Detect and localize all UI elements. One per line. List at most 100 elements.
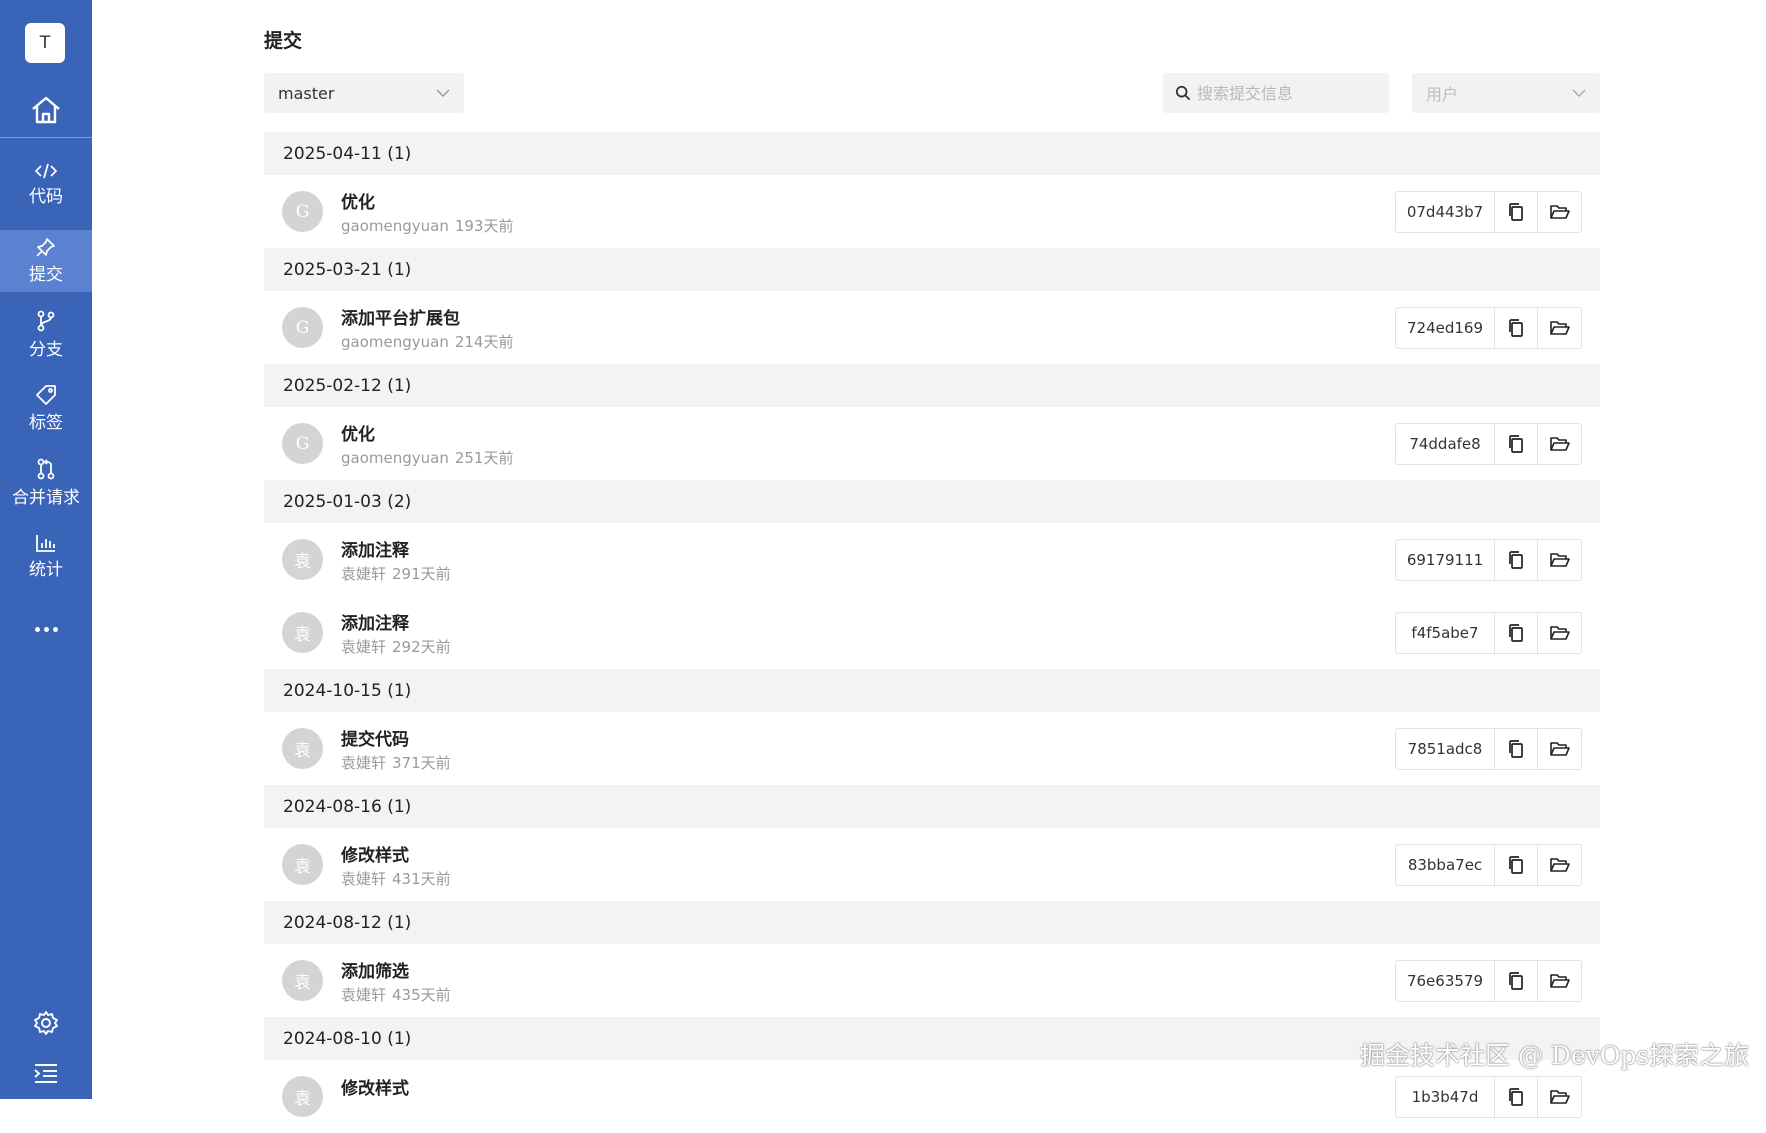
- copy-icon: [1509, 855, 1523, 874]
- commit-row[interactable]: G 添加平台扩展包 gaomengyuan 214天前 724ed169: [264, 291, 1600, 364]
- tag-icon: [36, 385, 56, 405]
- folder-open-icon: [1549, 857, 1570, 872]
- author-avatar: 袁: [282, 539, 323, 580]
- commit-author: 袁婕轩: [341, 564, 387, 583]
- copy-icon: [1509, 550, 1523, 569]
- commit-hash[interactable]: 69179111: [1396, 539, 1495, 580]
- user-filter-select[interactable]: 用户: [1412, 73, 1600, 113]
- commit-message[interactable]: 修改样式: [341, 841, 451, 866]
- commit-row[interactable]: 袁提交代码 袁婕轩 371天前 7851adc8: [264, 712, 1600, 785]
- commit-actions: 7851adc8: [1395, 727, 1582, 770]
- commit-message[interactable]: 添加注释: [341, 609, 451, 634]
- code-icon: [35, 163, 57, 179]
- folder-open-icon: [1549, 973, 1570, 988]
- sidebar-item-tags[interactable]: 标签: [0, 378, 92, 440]
- search-box[interactable]: [1163, 73, 1389, 113]
- commit-author: 袁婕轩: [341, 985, 387, 1004]
- commit-time: 193天前: [454, 216, 514, 235]
- home-icon: [32, 96, 60, 124]
- user-avatar[interactable]: T: [25, 23, 65, 63]
- commit-time: 292天前: [392, 637, 451, 656]
- date-group-header: 2024-08-16 (1): [264, 785, 1600, 828]
- copy-hash-button[interactable]: [1495, 423, 1538, 464]
- copy-hash-button[interactable]: [1495, 191, 1538, 232]
- commit-hash[interactable]: 7851adc8: [1396, 728, 1495, 769]
- chevron-down-icon: [1572, 89, 1586, 97]
- user-filter-placeholder: 用户: [1426, 85, 1459, 104]
- commit-author: 袁婕轩: [341, 869, 387, 888]
- folder-open-icon: [1549, 436, 1570, 451]
- copy-hash-button[interactable]: [1495, 612, 1538, 653]
- sidebar-item-label: 合并请求: [12, 488, 80, 508]
- commit-list: 2025-04-11 (1) G 优化 gaomengyuan 193天前 07d443b…: [264, 132, 1600, 1133]
- browse-files-button[interactable]: [1538, 845, 1581, 885]
- commit-row[interactable]: 袁修改样式 袁婕轩 431天前 83bba7ec: [264, 828, 1600, 901]
- commit-actions: 69179111: [1395, 538, 1582, 581]
- commit-author: 袁婕轩: [341, 753, 387, 772]
- author-avatar: 袁: [282, 728, 323, 769]
- more-menu-button[interactable]: [0, 612, 92, 646]
- commit-message[interactable]: 添加注释: [341, 536, 451, 561]
- sidebar-item-label: 代码: [29, 187, 63, 207]
- page-title: 提交: [264, 30, 303, 52]
- home-button[interactable]: [0, 84, 92, 136]
- commit-hash[interactable]: 74ddafe8: [1396, 423, 1495, 464]
- sidebar-item-code[interactable]: 代码: [0, 154, 92, 216]
- copy-icon: [1509, 318, 1523, 337]
- sidebar-item-commits[interactable]: 提交: [0, 230, 92, 292]
- folder-open-icon: [1549, 204, 1570, 219]
- author-avatar: 袁: [282, 1076, 323, 1117]
- commit-message[interactable]: 修改样式: [341, 1074, 409, 1099]
- commit-actions: 76e63579: [1395, 959, 1582, 1002]
- copy-hash-button[interactable]: [1495, 1076, 1538, 1117]
- commit-hash[interactable]: 83bba7ec: [1396, 844, 1495, 885]
- browse-files-button[interactable]: [1538, 961, 1581, 1001]
- copy-hash-button[interactable]: [1495, 307, 1538, 348]
- folder-open-icon: [1549, 741, 1570, 756]
- copy-hash-button[interactable]: [1495, 539, 1538, 580]
- commit-actions: 1b3b47d: [1395, 1075, 1582, 1118]
- main-content: 提交 master 用户 2025-04-11 (1) G 优化 gaomengyua…: [264, 0, 1604, 1118]
- commit-actions: 74ddafe8: [1395, 422, 1582, 465]
- browse-files-button[interactable]: [1538, 192, 1581, 232]
- collapse-sidebar-button[interactable]: [0, 1053, 92, 1093]
- commit-message[interactable]: 添加平台扩展包: [341, 304, 513, 329]
- commit-time: 291天前: [392, 564, 451, 583]
- commit-message[interactable]: 提交代码: [341, 725, 451, 750]
- commit-time: 435天前: [392, 985, 451, 1004]
- commit-hash[interactable]: 1b3b47d: [1396, 1076, 1495, 1117]
- commit-row[interactable]: 袁添加注释 袁婕轩 292天前 f4f5abe7: [264, 596, 1600, 669]
- commit-hash[interactable]: 07d443b7: [1396, 191, 1495, 232]
- copy-hash-button[interactable]: [1495, 728, 1538, 769]
- sidebar-item-merge-requests[interactable]: 合并请求: [0, 452, 92, 514]
- browse-files-button[interactable]: [1538, 424, 1581, 464]
- commit-message[interactable]: 添加筛选: [341, 957, 451, 982]
- commit-row[interactable]: 袁添加注释袁婕轩 291天前 69179111: [264, 523, 1600, 596]
- copy-hash-button[interactable]: [1495, 960, 1538, 1001]
- search-input[interactable]: [1197, 83, 1377, 103]
- sidebar-item-branches[interactable]: 分支: [0, 304, 92, 366]
- author-avatar: G: [282, 191, 323, 232]
- branch-select[interactable]: master: [264, 73, 464, 113]
- settings-button[interactable]: [0, 1003, 92, 1043]
- commit-row[interactable]: G 优化 gaomengyuan 251天前 74ddafe8: [264, 407, 1600, 480]
- author-avatar: 袁: [282, 612, 323, 653]
- commit-hash[interactable]: 724ed169: [1396, 307, 1495, 348]
- commit-message[interactable]: 优化: [341, 188, 513, 213]
- commit-row[interactable]: G 优化 gaomengyuan 193天前 07d443b7: [264, 175, 1600, 248]
- browse-files-button[interactable]: [1538, 308, 1581, 348]
- copy-hash-button[interactable]: [1495, 844, 1538, 885]
- commit-hash[interactable]: f4f5abe7: [1396, 612, 1495, 653]
- copy-icon: [1509, 739, 1523, 758]
- browse-files-button[interactable]: [1538, 613, 1581, 653]
- browse-files-button[interactable]: [1538, 1077, 1581, 1117]
- commit-row[interactable]: 袁添加筛选 袁婕轩 435天前 76e63579: [264, 944, 1600, 1017]
- browse-files-button[interactable]: [1538, 540, 1581, 580]
- commit-message[interactable]: 优化: [341, 420, 513, 445]
- branch-select-value: master: [278, 83, 335, 103]
- commit-hash[interactable]: 76e63579: [1396, 960, 1495, 1001]
- search-icon: [1175, 85, 1191, 101]
- author-avatar: 袁: [282, 844, 323, 885]
- sidebar-item-statistics[interactable]: 统计: [0, 526, 92, 588]
- browse-files-button[interactable]: [1538, 729, 1581, 769]
